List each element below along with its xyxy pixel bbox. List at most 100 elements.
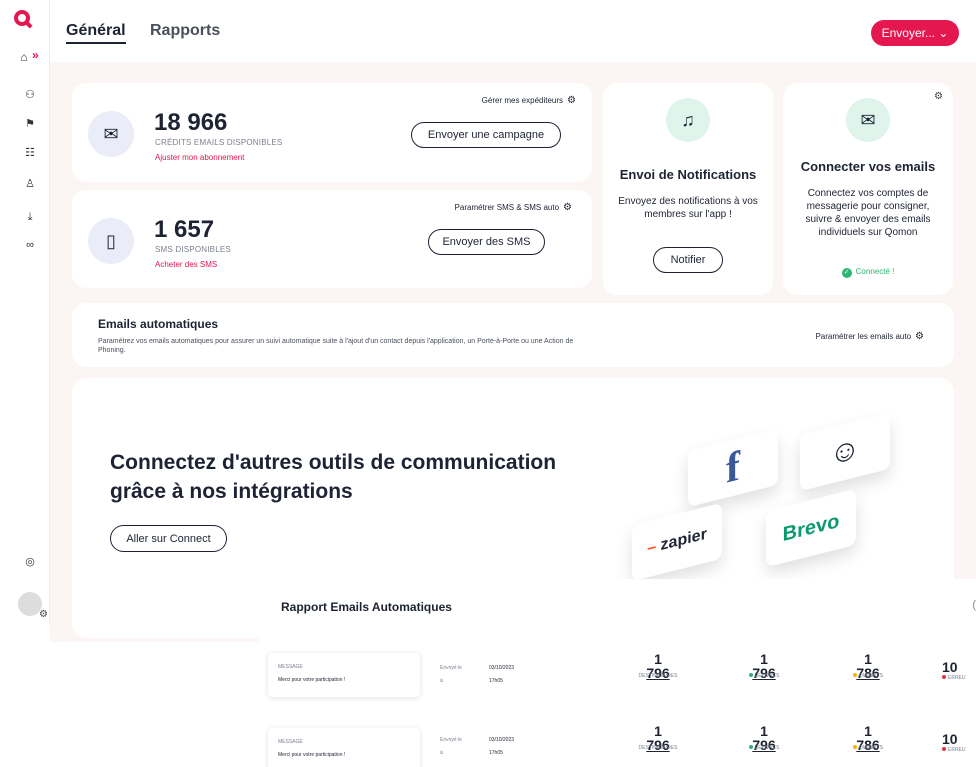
sent-date: 03/10/2023 — [489, 665, 515, 671]
report-panel: Rapport Emails Automatiques ( MESSAGE Me… — [258, 579, 976, 767]
chat-icon[interactable]: ☷ — [20, 144, 40, 162]
sent-label: Envoyé le — [440, 665, 462, 671]
auto-emails-title: Emails automatiques — [98, 317, 219, 331]
adjust-subscription-link[interactable]: Ajuster mon abonnement — [155, 153, 244, 162]
help-icon[interactable]: ◎ — [20, 553, 40, 571]
connect-emails-card: ⚙ ✉ Connecter vos emails Connectez vos c… — [783, 83, 953, 295]
delivered-stat: 1 796 DÉLIVRÉS — [734, 652, 794, 680]
send-campaign-button[interactable]: Envoyer une campagne — [411, 122, 561, 148]
notify-button[interactable]: Notifier — [653, 247, 723, 273]
sms-settings-label: Paramétrer SMS & SMS auto — [454, 203, 560, 212]
auto-emails-settings-label: Paramétrer les emails auto — [815, 332, 912, 341]
recipients-stat: 1 796 DESTINATAIRES — [628, 652, 688, 680]
message-text: Merci pour votre participation ! — [278, 677, 346, 683]
delivered-label: DÉLIVRÉS — [734, 673, 794, 679]
home-icon[interactable]: ⌂ — [14, 48, 34, 66]
sent-date: 03/10/2023 — [489, 737, 515, 743]
auto-emails-desc: Paramétrez vos emails automatiques pour … — [98, 338, 574, 354]
sent-time: 17h05 — [489, 678, 503, 684]
mail-icon: ✉ — [88, 111, 134, 157]
gear-icon: ⚙ — [567, 95, 576, 106]
message-label: MESSAGE — [278, 739, 303, 745]
opened-stat: 1 786 OUVERTS — [838, 724, 898, 752]
flag-icon[interactable]: ⚑ — [20, 115, 40, 133]
message-card[interactable]: MESSAGE Merci pour votre participation ! — [268, 728, 420, 767]
facebook-logo: f — [688, 428, 778, 508]
sms-credits-count: 1 657 — [154, 216, 215, 243]
send-sms-button[interactable]: Envoyer des SMS — [428, 229, 545, 255]
bell-icon: ♫ — [666, 98, 710, 142]
errors-label: ERREU — [942, 747, 976, 753]
delivered-stat: 1 796 DÉLIVRÉS — [734, 724, 794, 752]
delivered-count-1: 1 — [760, 651, 768, 667]
opened-label-text: OUVERTS — [858, 745, 884, 751]
avatar[interactable] — [18, 592, 48, 620]
link-icon[interactable]: ∞ — [20, 236, 40, 254]
qomon-logo[interactable] — [14, 10, 30, 26]
gear-icon: ⚙ — [563, 202, 572, 213]
email-credits-label: CRÉDITS EMAILS DISPONIBLES — [155, 138, 283, 147]
connect-emails-title: Connecter vos emails — [800, 159, 936, 174]
status-dot — [852, 673, 857, 677]
info-icon[interactable]: ( — [972, 599, 976, 611]
brevo-logo: Brevo — [766, 488, 856, 568]
mail-arrow-icon: ✉ — [846, 98, 890, 142]
send-button[interactable]: Envoyer... ⌄ — [871, 20, 959, 46]
sidebar: ⌂ » ⚇ ⚑ ☷ ♙ ⤓ ∞ ◎ — [0, 0, 50, 625]
sent-at-label: à — [440, 750, 443, 756]
connected-status: ✓ Connecté ! — [783, 267, 953, 278]
status-dot — [748, 745, 753, 749]
errors-label: ERREU — [942, 675, 976, 681]
notifications-title: Envoi de Notifications — [619, 167, 757, 182]
status-dot — [942, 675, 946, 679]
status-dot — [942, 747, 946, 751]
errors-label-text: ERREU — [948, 675, 966, 681]
notifications-desc: Envoyez des notifications à vos membres … — [618, 196, 758, 220]
connect-emails-desc: Connectez vos comptes de messagerie pour… — [805, 188, 931, 238]
connected-label: Connecté ! — [855, 267, 895, 276]
manage-senders-label: Gérer mes expéditeurs — [481, 96, 564, 105]
opened-label-text: OUVERTS — [858, 673, 884, 679]
tab-general[interactable]: Général — [66, 22, 126, 44]
errors-stat: 10 ERREU — [942, 731, 976, 753]
go-to-connect-button[interactable]: Aller sur Connect — [110, 525, 227, 552]
errors-count: 10 — [942, 659, 958, 675]
email-credits-card: ✉ 18 966 CRÉDITS EMAILS DISPONIBLES Ajus… — [72, 83, 592, 182]
status-dot — [748, 673, 753, 677]
sent-at-label: à — [440, 678, 443, 684]
sms-credits-label: SMS DISPONIBLES — [155, 245, 231, 254]
message-text: Merci pour votre participation ! — [278, 752, 346, 758]
opened-count-1: 1 — [864, 723, 872, 739]
chevron-double-right-icon[interactable]: » — [32, 48, 39, 62]
errors-label-text: ERREU — [948, 747, 966, 753]
message-card[interactable]: MESSAGE Merci pour votre participation ! — [268, 653, 420, 697]
recipients-label: DESTINATAIRES — [638, 745, 678, 751]
binoculars-icon[interactable]: ⚇ — [20, 86, 40, 104]
gear-icon: ⚙ — [915, 331, 924, 342]
message-label: MESSAGE — [278, 664, 303, 670]
report-title: Rapport Emails Automatiques — [281, 600, 452, 614]
mailchimp-logo: ☺ — [800, 412, 890, 492]
notifications-card: ♫ Envoi de Notifications Envoyez des not… — [603, 83, 773, 295]
main-content: ✉ 18 966 CRÉDITS EMAILS DISPONIBLES Ajus… — [50, 62, 976, 642]
delivered-count-1: 1 — [760, 723, 768, 739]
opened-count-1: 1 — [864, 651, 872, 667]
download-icon[interactable]: ⤓ — [20, 208, 40, 226]
status-dot — [852, 745, 857, 749]
email-credits-count: 18 966 — [154, 109, 228, 136]
manage-senders-link[interactable]: Gérer mes expéditeurs ⚙ — [482, 95, 576, 106]
zapier-label: zapier — [660, 525, 707, 555]
auto-emails-card: Emails automatiques Paramétrez vos email… — [72, 303, 954, 367]
tab-rapports[interactable]: Rapports — [150, 22, 220, 40]
errors-stat: 10 ERREU — [942, 659, 976, 681]
gear-icon[interactable]: ⚙ — [934, 91, 943, 102]
opened-stat: 1 786 OUVERTS — [838, 652, 898, 680]
top-bar: Général Rapports Envoyer... ⌄ — [50, 0, 976, 62]
recipients-count-1: 1 — [654, 651, 662, 667]
auto-emails-settings-link[interactable]: Paramétrer les emails auto ⚙ — [815, 331, 924, 342]
recipients-stat: 1 796 DESTINATAIRES — [628, 724, 688, 752]
sms-settings-link[interactable]: Paramétrer SMS & SMS auto ⚙ — [455, 202, 572, 213]
user-icon[interactable]: ♙ — [20, 175, 40, 193]
opened-label: OUVERTS — [838, 745, 898, 751]
buy-sms-link[interactable]: Acheter des SMS — [155, 260, 217, 269]
